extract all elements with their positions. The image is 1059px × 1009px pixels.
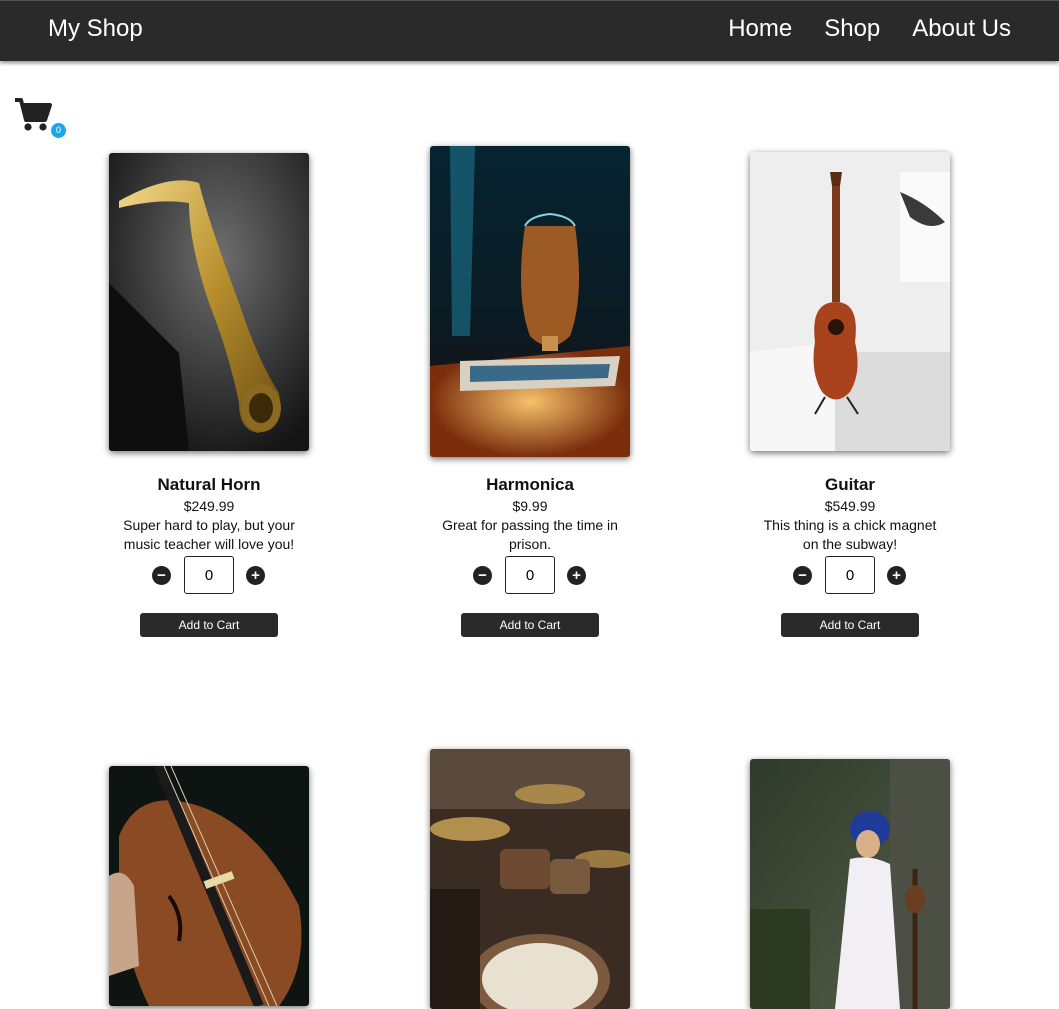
product-image — [430, 146, 630, 457]
increment-button[interactable]: + — [246, 566, 265, 585]
product-price: $249.99 — [183, 498, 235, 514]
nav-link-shop[interactable]: Shop — [824, 15, 880, 43]
quantity-input[interactable] — [825, 556, 875, 594]
product-description: Great for passing the time in prison. — [442, 517, 618, 552]
product-image — [750, 759, 950, 1009]
nav-links: Home Shop About Us — [728, 15, 1011, 43]
quantity-input[interactable] — [505, 556, 555, 594]
quantity-stepper: − + — [79, 556, 339, 594]
product-name: Natural Horn — [157, 475, 261, 494]
product-card — [79, 766, 339, 1006]
product-description: This thing is a chick magnet on the subw… — [763, 517, 937, 552]
nav-link-home[interactable]: Home — [728, 15, 792, 43]
product-image — [750, 152, 950, 451]
increment-button[interactable]: + — [887, 566, 906, 585]
product-name: Guitar — [824, 475, 876, 494]
decrement-button[interactable]: − — [152, 566, 171, 585]
quantity-input[interactable] — [184, 556, 234, 594]
product-image — [109, 153, 309, 451]
quantity-stepper: − + — [720, 556, 980, 594]
add-to-cart-button[interactable]: Add to Cart — [140, 613, 278, 637]
cart-button[interactable]: 0 — [14, 97, 70, 141]
product-name: Harmonica — [486, 475, 574, 494]
product-image — [430, 749, 630, 1009]
woman-with-instrument-photo — [750, 759, 950, 1009]
cart-count-badge: 0 — [51, 123, 66, 138]
nav-link-about-us[interactable]: About Us — [912, 15, 1011, 43]
product-image — [109, 766, 309, 1006]
saxophone-photo — [109, 153, 309, 451]
product-card: Natural Horn $249.99 Super hard to play,… — [79, 153, 339, 643]
increment-button[interactable]: + — [567, 566, 586, 585]
add-to-cart-button[interactable]: Add to Cart — [461, 613, 599, 637]
decrement-button[interactable]: − — [793, 566, 812, 585]
add-to-cart-button[interactable]: Add to Cart — [781, 613, 919, 637]
guitar-photo — [750, 152, 950, 451]
decrement-button[interactable]: − — [473, 566, 492, 585]
quantity-stepper: − + — [400, 556, 660, 594]
shopping-cart-icon — [15, 98, 52, 131]
product-card — [400, 749, 660, 1009]
product-description: Super hard to play, but your music teach… — [123, 517, 295, 552]
drum-kit-photo — [430, 749, 630, 1009]
product-card: Harmonica $9.99 Great for passing the ti… — [400, 146, 660, 643]
product-price: $549.99 — [824, 498, 876, 514]
harmonica-photo — [430, 146, 630, 457]
product-card: Guitar $549.99 This thing is a chick mag… — [720, 152, 980, 643]
violin-photo — [109, 766, 309, 1006]
product-card — [720, 759, 980, 1009]
brand-title[interactable]: My Shop — [48, 15, 143, 43]
top-navbar: My Shop Home Shop About Us — [0, 0, 1059, 61]
product-price: $9.99 — [512, 498, 548, 514]
